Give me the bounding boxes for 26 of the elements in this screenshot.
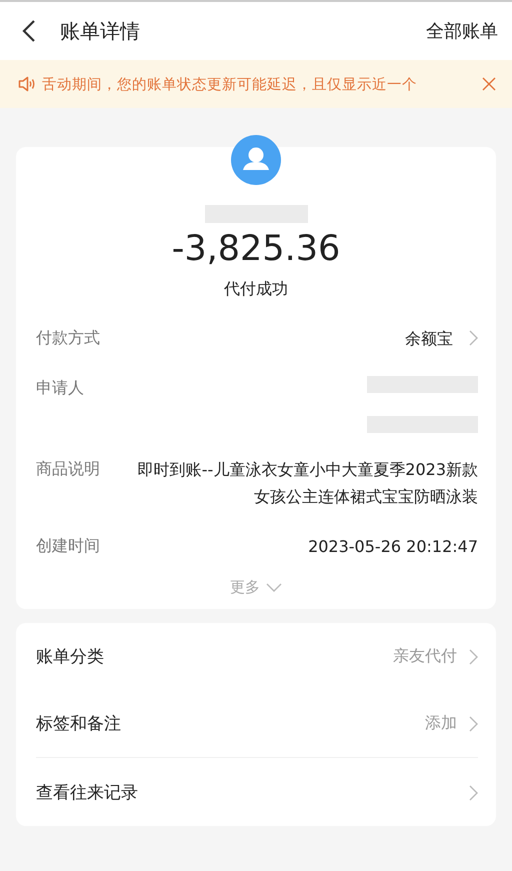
all-bills-link[interactable]: 全部账单	[426, 19, 498, 43]
speaker-icon	[18, 76, 36, 92]
action-label[interactable]: 标签和备注	[36, 712, 121, 734]
chevron-icon[interactable]	[469, 649, 478, 665]
status-text: 代付成功	[224, 279, 288, 300]
close-icon	[482, 77, 496, 91]
action-label[interactable]: 查看往来记录	[36, 780, 138, 804]
chevron-icon[interactable]	[469, 716, 478, 732]
action-label[interactable]: 账单分类	[36, 644, 104, 668]
chevron-icon[interactable]	[469, 330, 478, 346]
field-label: 付款方式	[36, 328, 100, 348]
field-value: 即时到账--儿童泳衣女童小中大童夏季2023新款女孩公主连体裙式宝宝防晒泳装	[136, 459, 478, 508]
field-label: 申请人	[36, 378, 84, 398]
amount: -3,825.36	[172, 229, 340, 269]
field-value: 余额宝	[405, 328, 453, 350]
field-label: 商品说明	[36, 459, 100, 479]
action-value: 添加	[425, 712, 457, 734]
chevron-icon	[266, 582, 282, 592]
back-icon	[22, 19, 36, 43]
chevron-icon[interactable]	[469, 785, 478, 801]
page-title: 账单详情	[60, 18, 140, 44]
notice-text: 舌动期间，您的账单状态更新可能延迟，且仅显示近一个	[42, 76, 417, 94]
close-button[interactable]	[482, 77, 496, 91]
field-label: 创建时间	[36, 536, 100, 556]
field-value: 2023-05-26 20:12:47	[308, 536, 478, 558]
action-value: 亲友代付	[393, 646, 457, 666]
